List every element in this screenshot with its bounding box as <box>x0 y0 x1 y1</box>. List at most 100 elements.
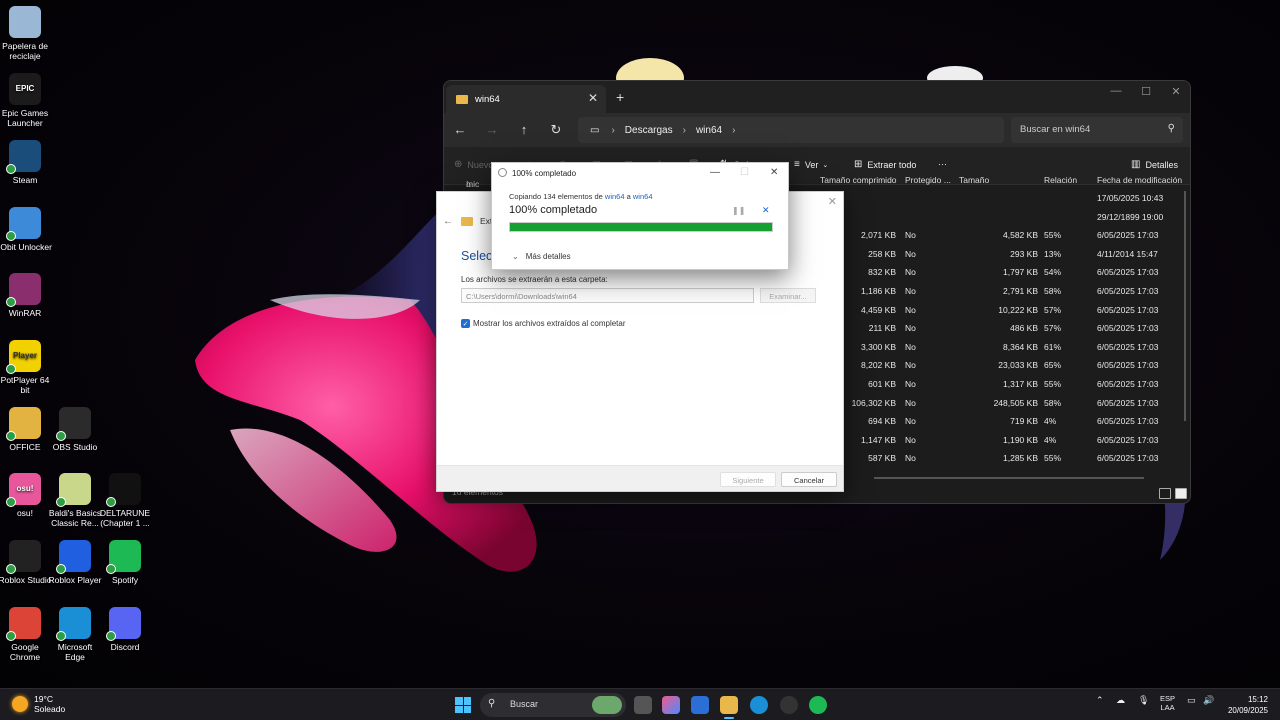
extract-icon: ⊞ <box>854 159 863 170</box>
monitor-icon: ▭ <box>590 124 600 136</box>
network-icon[interactable]: ▭ <box>1187 695 1196 706</box>
column-modified-date[interactable]: Fecha de modificación <box>1097 175 1182 185</box>
source-link[interactable]: win64 <box>605 192 625 201</box>
minimize-icon[interactable]: — <box>1106 85 1126 97</box>
desktop-icon[interactable]: Discord <box>98 607 152 652</box>
desktop-icon[interactable]: OBS Studio <box>48 407 102 452</box>
column-size[interactable]: Tamaño <box>959 175 989 185</box>
column-protected[interactable]: Protegido ... <box>905 175 951 185</box>
cancel-button[interactable]: Cancelar <box>781 472 837 487</box>
cell-compressed-size: 694 KB <box>868 416 896 427</box>
cell-protected: No <box>905 360 916 371</box>
desktop-icon[interactable]: WinRAR <box>0 273 52 318</box>
cell-protected: No <box>905 323 916 334</box>
clock[interactable]: 15:12 20/09/2025 <box>1228 694 1268 716</box>
cell-size: 248,505 KB <box>993 397 1038 408</box>
edge-icon[interactable] <box>750 696 768 714</box>
cell-modified-date: 4/11/2014 15:47 <box>1097 248 1158 259</box>
progress-titlebar: 100% completado — ☐ ✕ <box>492 163 788 183</box>
breadcrumb-descargas[interactable]: Descargas <box>625 125 673 136</box>
copilot-icon[interactable] <box>662 696 680 714</box>
store-icon[interactable] <box>691 696 709 714</box>
desktop-icon[interactable]: IObit Unlocker <box>0 207 52 252</box>
cell-compressed-size: 601 KB <box>868 378 896 389</box>
new-tab-button[interactable]: + <box>616 89 624 105</box>
refresh-icon[interactable]: ↻ <box>548 122 564 138</box>
extract-all-button[interactable]: ⊞ Extraer todo <box>854 159 916 170</box>
spotify-icon[interactable] <box>809 696 827 714</box>
task-view-icon[interactable] <box>634 696 652 714</box>
desktop-icon[interactable]: Papelera de reciclaje <box>0 6 52 61</box>
file-explorer-icon[interactable] <box>720 696 738 719</box>
close-tab-icon[interactable]: ✕ <box>588 91 598 105</box>
back-arrow-icon[interactable]: ← <box>452 122 468 137</box>
next-button[interactable]: Siguiente <box>720 472 776 487</box>
desktop-icon[interactable]: Baldi's Basics Classic Re... <box>48 473 102 528</box>
taskbar-search[interactable]: ⚲ Buscar <box>480 693 626 717</box>
desktop-icon[interactable]: OFFICE <box>0 407 52 452</box>
show-files-checkbox[interactable]: ✓ Mostrar los archivos extraídos al comp… <box>461 319 626 328</box>
new-button[interactable]: ⊕ Nuevo <box>454 159 493 170</box>
vertical-scrollbar[interactable] <box>1184 191 1186 421</box>
stop-icon[interactable]: ✕ <box>762 205 770 216</box>
desktop-icon[interactable]: Google Chrome <box>0 607 52 662</box>
sync-check-icon <box>6 564 16 574</box>
close-window-icon[interactable]: ✕ <box>1166 85 1186 98</box>
onedrive-icon[interactable]: ☁ <box>1116 695 1125 706</box>
search-icon: ⚲ <box>488 698 496 709</box>
obs-icon[interactable] <box>780 696 798 714</box>
cell-size: 719 KB <box>1010 416 1038 427</box>
browse-button[interactable]: Examinar... <box>760 288 816 303</box>
dest-link[interactable]: win64 <box>633 192 653 201</box>
column-ratio[interactable]: Relación <box>1044 175 1077 185</box>
details-button[interactable]: ▥ Detalles <box>1131 159 1178 170</box>
address-bar[interactable]: ▭ › Descargas › win64 › <box>578 117 1004 143</box>
tiles-view-icon[interactable] <box>1175 488 1187 499</box>
desktop-icon[interactable]: Roblox Studio <box>0 540 52 585</box>
forward-arrow-icon[interactable]: → <box>484 122 500 137</box>
column-compressed-size[interactable]: Tamaño comprimido <box>820 175 897 185</box>
more-details-toggle[interactable]: ⌄ Más detalles <box>512 252 571 261</box>
volume-icon[interactable]: 🔊 <box>1203 695 1214 706</box>
language-indicator[interactable]: ESP LAA <box>1160 694 1175 712</box>
weather-widget[interactable]: 19°C Soleado <box>12 694 65 714</box>
desktop-icon[interactable]: osu! osu! <box>0 473 52 518</box>
back-arrow-icon[interactable]: ← <box>443 216 453 227</box>
baldi-icon <box>56 473 91 507</box>
microphone-icon[interactable]: 🎙 <box>1138 695 1149 706</box>
view-button[interactable]: ≡ Ver ⌄ <box>794 159 828 170</box>
explorer-tab[interactable]: win64 ✕ <box>446 85 606 113</box>
sync-check-icon <box>6 364 16 374</box>
tray-overflow-icon[interactable]: ⌃ <box>1096 695 1104 706</box>
close-icon[interactable]: ✕ <box>770 167 778 178</box>
destination-path-input[interactable]: C:\Users\dormi\Downloads\win64 <box>461 288 754 303</box>
minimize-icon[interactable]: — <box>710 167 720 178</box>
cell-protected: No <box>905 378 916 389</box>
desktop-icon[interactable]: Player PotPlayer 64 bit <box>0 340 52 395</box>
horizontal-scrollbar[interactable] <box>874 477 1144 479</box>
desktop-icon[interactable]: Roblox Player <box>48 540 102 585</box>
desktop-icon[interactable]: Steam <box>0 140 52 185</box>
search-input[interactable]: Buscar en win64 ⚲ <box>1011 117 1183 143</box>
desktop-icon[interactable]: Spotify <box>98 540 152 585</box>
maximize-icon[interactable]: ☐ <box>740 167 749 178</box>
cell-size: 4,582 KB <box>1003 230 1038 241</box>
breadcrumb-chevron-icon: › <box>682 124 686 136</box>
up-arrow-icon[interactable]: ↑ <box>516 122 532 137</box>
start-button[interactable] <box>455 697 471 713</box>
pause-icon[interactable]: ❚❚ <box>732 206 745 215</box>
maximize-icon[interactable]: ☐ <box>1136 85 1156 98</box>
desktop-icon[interactable]: Microsoft Edge <box>48 607 102 662</box>
view-label: Ver <box>804 159 819 170</box>
desktop-icon[interactable]: DELTARUNE (Chapter 1 ... <box>98 473 152 528</box>
desktop-icon[interactable]: EPIC Epic Games Launcher <box>0 73 52 128</box>
copy-progress-dialog[interactable]: 100% completado — ☐ ✕ Copiando 134 eleme… <box>491 162 789 270</box>
close-icon[interactable]: ✕ <box>828 195 837 208</box>
breadcrumb-win64[interactable]: win64 <box>696 125 722 136</box>
details-view-icon[interactable] <box>1159 488 1171 499</box>
more-details-label: Más detalles <box>525 252 571 261</box>
cell-compressed-size: 2,071 KB <box>861 230 896 241</box>
more-options-button[interactable]: ··· <box>938 159 947 169</box>
sync-check-icon <box>56 631 66 641</box>
temperature: 19°C <box>34 694 53 704</box>
